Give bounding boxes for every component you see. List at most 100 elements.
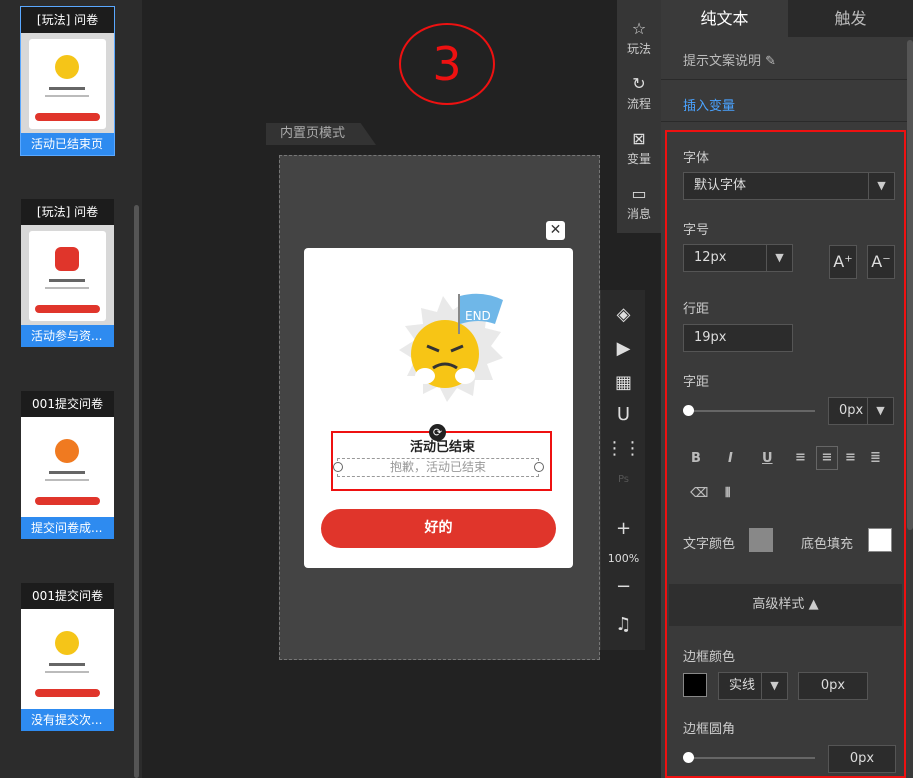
hint-label: 提示文案说明 bbox=[683, 54, 762, 69]
headset-icon[interactable]: ♫ bbox=[601, 614, 646, 635]
page-thumbnail[interactable]: 001提交问卷 提交问卷成... bbox=[21, 391, 114, 539]
caret-up-icon: ▲ bbox=[808, 597, 819, 612]
popup-subtitle[interactable]: 抱歉，活动已结束 bbox=[337, 458, 539, 477]
eraser-icon[interactable]: ⌫ bbox=[690, 486, 708, 501]
bg-fill-label: 底色填充 bbox=[801, 537, 854, 552]
align-center-icon[interactable]: ≡ bbox=[816, 446, 838, 470]
magnet-icon[interactable]: U bbox=[601, 404, 646, 425]
chevron-down-icon: ▼ bbox=[868, 173, 894, 199]
canvas-tool-strip: ◈ ▶ ▦ U ⋮⋮ Ps + 100% − ♫ bbox=[600, 290, 645, 650]
thumbnail-caption: 提交问卷成... bbox=[21, 517, 114, 539]
text-color-swatch[interactable] bbox=[749, 528, 773, 552]
play-icon[interactable]: ▶ bbox=[601, 338, 646, 359]
align-right-icon[interactable]: ≡ bbox=[845, 450, 856, 465]
zoom-in-icon[interactable]: + bbox=[601, 518, 646, 539]
chevron-down-icon: ▼ bbox=[766, 245, 792, 271]
page-thumbnail-panel: [玩法] 问卷 活动已结束页 [玩法] 问卷 活动参与资... 001提交问卷 … bbox=[0, 0, 142, 778]
size-value: 12px bbox=[694, 250, 727, 265]
font-select[interactable]: 默认字体 ▼ bbox=[683, 172, 895, 200]
advanced-style-toggle[interactable]: 高级样式 ▲ bbox=[669, 584, 902, 626]
menu-label: 变量 bbox=[626, 152, 651, 166]
border-radius-slider[interactable] bbox=[687, 757, 815, 759]
chevron-down-icon: ▼ bbox=[867, 398, 893, 424]
bg-fill-swatch[interactable] bbox=[868, 528, 892, 552]
spacing-value: 0px bbox=[839, 403, 864, 418]
border-radius-input[interactable]: 0px bbox=[828, 745, 896, 773]
zoom-out-icon[interactable]: − bbox=[601, 576, 646, 597]
divider bbox=[661, 121, 913, 122]
chevron-down-icon: ▼ bbox=[761, 673, 787, 699]
menu-item-message[interactable]: ▭ 消息 bbox=[617, 183, 661, 222]
letter-spacing-label: 字距 bbox=[683, 375, 710, 390]
border-color-swatch[interactable] bbox=[683, 673, 707, 697]
border-radius-label: 边框圆角 bbox=[683, 722, 736, 737]
thumbnail-caption: 没有提交次... bbox=[21, 709, 114, 731]
thumbnail-caption: 活动参与资... bbox=[21, 325, 114, 347]
page-thumbnail[interactable]: 001提交问卷 没有提交次... bbox=[21, 583, 114, 731]
border-width-input[interactable]: 0px bbox=[798, 672, 868, 700]
slider-knob[interactable] bbox=[683, 405, 694, 416]
border-style-select[interactable]: 实线 ▼ bbox=[718, 672, 788, 700]
grid-icon[interactable]: ⋮⋮ bbox=[601, 438, 646, 459]
tab-plain-text[interactable]: 纯文本 bbox=[661, 0, 788, 37]
flow-icon: ↻ bbox=[632, 74, 646, 93]
page-thumbnail[interactable]: [玩法] 问卷 活动参与资... bbox=[21, 199, 114, 347]
insert-variable-link[interactable]: 插入变量 bbox=[683, 95, 735, 114]
filmstrip-icon[interactable]: ▦ bbox=[601, 372, 646, 393]
border-style-value: 实线 bbox=[729, 678, 756, 693]
variable-icon: ⊠ bbox=[632, 129, 646, 148]
menu-item-variable[interactable]: ⊠ 变量 bbox=[617, 128, 661, 167]
font-label: 字体 bbox=[683, 151, 710, 166]
align-left-icon[interactable]: ≡ bbox=[795, 450, 806, 465]
thumbnail-preview bbox=[21, 225, 114, 325]
vertical-spacing-icon[interactable]: ⫴ bbox=[725, 486, 730, 501]
step-marker: 3 bbox=[399, 23, 495, 105]
message-icon: ▭ bbox=[631, 184, 647, 203]
thumbnail-title: 001提交问卷 bbox=[21, 391, 114, 417]
divider bbox=[661, 79, 913, 80]
thumbnail-preview bbox=[21, 417, 114, 517]
size-select[interactable]: 12px ▼ bbox=[683, 244, 793, 272]
popup-close-button[interactable]: ✕ bbox=[546, 221, 565, 240]
mode-tab[interactable]: 内置页模式 bbox=[266, 123, 376, 145]
layers-icon[interactable]: ◈ bbox=[601, 304, 646, 325]
letter-spacing-select[interactable]: 0px ▼ bbox=[828, 397, 894, 425]
resize-handle-left[interactable] bbox=[333, 462, 343, 472]
tab-trigger[interactable]: 触发 bbox=[788, 0, 913, 37]
flag-label: END bbox=[465, 309, 491, 323]
pencil-icon: ✎ bbox=[765, 54, 777, 69]
advanced-label: 高级样式 bbox=[752, 597, 805, 612]
thumbnail-scrollbar[interactable] bbox=[134, 205, 139, 778]
panel-scrollbar[interactable] bbox=[907, 40, 913, 530]
angry-sun-illustration: END bbox=[399, 293, 503, 402]
letter-spacing-slider[interactable] bbox=[687, 410, 815, 412]
slider-knob[interactable] bbox=[683, 752, 694, 763]
increase-font-button[interactable]: A⁺ bbox=[829, 245, 857, 279]
justify-icon[interactable]: ≣ bbox=[870, 450, 881, 465]
thumbnail-caption: 活动已结束页 bbox=[21, 133, 114, 155]
play-rules-icon: ☆ bbox=[631, 19, 647, 38]
side-menu: ☆ 玩法 ↻ 流程 ⊠ 变量 ▭ 消息 bbox=[617, 0, 661, 233]
thumbnail-title: [玩法] 问卷 bbox=[21, 7, 114, 33]
thumbnail-title: [玩法] 问卷 bbox=[21, 199, 114, 225]
ok-button[interactable]: 好的 bbox=[321, 509, 556, 548]
menu-item-rules[interactable]: ☆ 玩法 bbox=[617, 18, 661, 57]
line-height-label: 行距 bbox=[683, 302, 710, 317]
italic-button[interactable]: I bbox=[728, 451, 733, 466]
font-value: 默认字体 bbox=[694, 178, 747, 193]
page-thumbnail[interactable]: [玩法] 问卷 活动已结束页 bbox=[20, 6, 115, 156]
thumbnail-preview bbox=[21, 609, 114, 709]
photoshop-icon[interactable]: Ps bbox=[601, 474, 646, 485]
border-color-label: 边框颜色 bbox=[683, 650, 736, 665]
underline-button[interactable]: U bbox=[762, 451, 773, 466]
decrease-font-button[interactable]: A⁻ bbox=[867, 245, 895, 279]
menu-label: 消息 bbox=[626, 207, 651, 221]
hint-text-link[interactable]: 提示文案说明 ✎ bbox=[683, 50, 776, 69]
panel-tabs: 纯文本 触发 bbox=[661, 0, 913, 37]
rotate-handle-icon[interactable]: ⟳ bbox=[429, 424, 446, 441]
resize-handle-right[interactable] bbox=[534, 462, 544, 472]
line-height-input[interactable]: 19px bbox=[683, 324, 793, 352]
menu-item-flow[interactable]: ↻ 流程 bbox=[617, 73, 661, 112]
bold-button[interactable]: B bbox=[691, 451, 701, 466]
size-label: 字号 bbox=[683, 223, 710, 238]
